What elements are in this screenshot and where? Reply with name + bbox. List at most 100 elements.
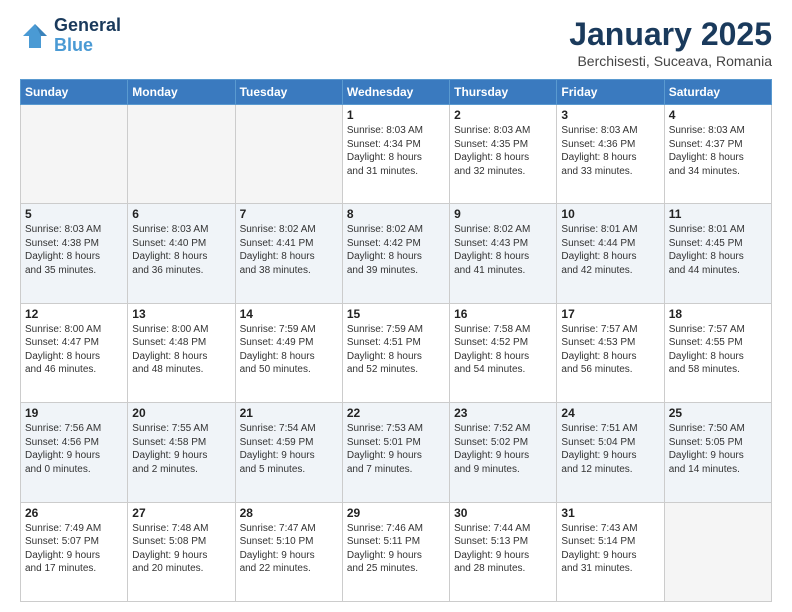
day-info: Sunrise: 7:53 AM Sunset: 5:01 PM Dayligh… <box>347 422 445 476</box>
calendar-cell: 28 Sunrise: 7:47 AM Sunset: 5:10 PM Dayli… <box>235 502 342 601</box>
calendar-cell: 9Sunrise: 8:02 AM Sunset: 4:43 PM Daylig… <box>450 204 557 303</box>
logo: General Blue <box>20 16 121 56</box>
calendar-cell: 18 Sunrise: 7:57 AM Sunset: 4:55 PM Dayli… <box>664 303 771 402</box>
day-info: Sunrise: 7:46 AM Sunset: 5:11 PM Dayligh… <box>347 522 445 576</box>
day-number: 17 <box>561 307 659 321</box>
day-number: 20 <box>132 406 230 420</box>
day-number: 5 <box>25 207 123 221</box>
day-info: Sunrise: 7:44 AM Sunset: 5:13 PM Dayligh… <box>454 522 552 576</box>
calendar-week-row: 26 Sunrise: 7:49 AM Sunset: 5:07 PM Dayli… <box>21 502 772 601</box>
day-info: Sunrise: 8:02 AM Sunset: 4:41 PM Dayligh… <box>240 223 338 277</box>
day-number: 15 <box>347 307 445 321</box>
day-info: Sunrise: 7:50 AM Sunset: 5:05 PM Dayligh… <box>669 422 767 476</box>
day-info: Sunrise: 7:58 AM Sunset: 4:52 PM Dayligh… <box>454 323 552 377</box>
day-info: Sunrise: 8:03 AM Sunset: 4:34 PM Dayligh… <box>347 124 445 178</box>
calendar-cell: 31 Sunrise: 7:43 AM Sunset: 5:14 PM Dayli… <box>557 502 664 601</box>
calendar-cell: 3Sunrise: 8:03 AM Sunset: 4:36 PM Daylig… <box>557 105 664 204</box>
day-info: Sunrise: 7:49 AM Sunset: 5:07 PM Dayligh… <box>25 522 123 576</box>
day-info: Sunrise: 8:02 AM Sunset: 4:42 PM Dayligh… <box>347 223 445 277</box>
calendar-cell: 10Sunrise: 8:01 AM Sunset: 4:44 PM Dayli… <box>557 204 664 303</box>
day-info: Sunrise: 8:03 AM Sunset: 4:38 PM Dayligh… <box>25 223 123 277</box>
calendar-cell: 5 Sunrise: 8:03 AM Sunset: 4:38 PM Daylig… <box>21 204 128 303</box>
day-info: Sunrise: 7:47 AM Sunset: 5:10 PM Dayligh… <box>240 522 338 576</box>
col-header-thursday: Thursday <box>450 80 557 105</box>
day-number: 27 <box>132 506 230 520</box>
calendar-cell: 26 Sunrise: 7:49 AM Sunset: 5:07 PM Dayli… <box>21 502 128 601</box>
calendar-cell: 15 Sunrise: 7:59 AM Sunset: 4:51 PM Dayli… <box>342 303 449 402</box>
day-number: 14 <box>240 307 338 321</box>
location-subtitle: Berchisesti, Suceava, Romania <box>569 53 772 69</box>
calendar-cell: 27 Sunrise: 7:48 AM Sunset: 5:08 PM Dayli… <box>128 502 235 601</box>
calendar-week-row: 19 Sunrise: 7:56 AM Sunset: 4:56 PM Dayli… <box>21 403 772 502</box>
day-info: Sunrise: 8:01 AM Sunset: 4:45 PM Dayligh… <box>669 223 767 277</box>
day-number: 13 <box>132 307 230 321</box>
calendar-cell: 14Sunrise: 7:59 AM Sunset: 4:49 PM Dayli… <box>235 303 342 402</box>
calendar-cell: 2Sunrise: 8:03 AM Sunset: 4:35 PM Daylig… <box>450 105 557 204</box>
day-info: Sunrise: 7:52 AM Sunset: 5:02 PM Dayligh… <box>454 422 552 476</box>
calendar-cell: 4Sunrise: 8:03 AM Sunset: 4:37 PM Daylig… <box>664 105 771 204</box>
day-number: 28 <box>240 506 338 520</box>
day-number: 12 <box>25 307 123 321</box>
calendar-header-row: SundayMondayTuesdayWednesdayThursdayFrid… <box>21 80 772 105</box>
day-number: 3 <box>561 108 659 122</box>
calendar-cell <box>21 105 128 204</box>
calendar-week-row: 5 Sunrise: 8:03 AM Sunset: 4:38 PM Daylig… <box>21 204 772 303</box>
day-info: Sunrise: 7:55 AM Sunset: 4:58 PM Dayligh… <box>132 422 230 476</box>
page: General Blue January 2025 Berchisesti, S… <box>0 0 792 612</box>
col-header-friday: Friday <box>557 80 664 105</box>
calendar-week-row: 1 Sunrise: 8:03 AM Sunset: 4:34 PM Daylig… <box>21 105 772 204</box>
day-info: Sunrise: 7:43 AM Sunset: 5:14 PM Dayligh… <box>561 522 659 576</box>
day-info: Sunrise: 8:00 AM Sunset: 4:47 PM Dayligh… <box>25 323 123 377</box>
calendar-cell: 8Sunrise: 8:02 AM Sunset: 4:42 PM Daylig… <box>342 204 449 303</box>
day-info: Sunrise: 7:59 AM Sunset: 4:51 PM Dayligh… <box>347 323 445 377</box>
day-number: 26 <box>25 506 123 520</box>
day-number: 18 <box>669 307 767 321</box>
calendar-cell: 7 Sunrise: 8:02 AM Sunset: 4:41 PM Daylig… <box>235 204 342 303</box>
calendar-cell: 22 Sunrise: 7:53 AM Sunset: 5:01 PM Dayli… <box>342 403 449 502</box>
calendar-cell: 6Sunrise: 8:03 AM Sunset: 4:40 PM Daylig… <box>128 204 235 303</box>
calendar-cell: 13Sunrise: 8:00 AM Sunset: 4:48 PM Dayli… <box>128 303 235 402</box>
col-header-tuesday: Tuesday <box>235 80 342 105</box>
title-block: January 2025 Berchisesti, Suceava, Roman… <box>569 16 772 69</box>
day-number: 29 <box>347 506 445 520</box>
day-info: Sunrise: 7:57 AM Sunset: 4:55 PM Dayligh… <box>669 323 767 377</box>
calendar-cell: 23Sunrise: 7:52 AM Sunset: 5:02 PM Dayli… <box>450 403 557 502</box>
month-title: January 2025 <box>569 16 772 53</box>
day-number: 4 <box>669 108 767 122</box>
calendar-table: SundayMondayTuesdayWednesdayThursdayFrid… <box>20 79 772 602</box>
day-number: 22 <box>347 406 445 420</box>
calendar-cell: 24Sunrise: 7:51 AM Sunset: 5:04 PM Dayli… <box>557 403 664 502</box>
logo-icon <box>20 21 50 51</box>
day-number: 30 <box>454 506 552 520</box>
calendar-cell: 12 Sunrise: 8:00 AM Sunset: 4:47 PM Dayli… <box>21 303 128 402</box>
day-info: Sunrise: 7:57 AM Sunset: 4:53 PM Dayligh… <box>561 323 659 377</box>
col-header-wednesday: Wednesday <box>342 80 449 105</box>
day-number: 16 <box>454 307 552 321</box>
day-info: Sunrise: 7:54 AM Sunset: 4:59 PM Dayligh… <box>240 422 338 476</box>
day-number: 1 <box>347 108 445 122</box>
day-number: 25 <box>669 406 767 420</box>
day-number: 31 <box>561 506 659 520</box>
col-header-sunday: Sunday <box>21 80 128 105</box>
col-header-monday: Monday <box>128 80 235 105</box>
day-info: Sunrise: 7:48 AM Sunset: 5:08 PM Dayligh… <box>132 522 230 576</box>
col-header-saturday: Saturday <box>664 80 771 105</box>
logo-line2: Blue <box>54 35 93 55</box>
day-number: 10 <box>561 207 659 221</box>
day-info: Sunrise: 8:03 AM Sunset: 4:35 PM Dayligh… <box>454 124 552 178</box>
calendar-cell: 11Sunrise: 8:01 AM Sunset: 4:45 PM Dayli… <box>664 204 771 303</box>
logo-line1: General <box>54 16 121 36</box>
calendar-cell <box>235 105 342 204</box>
day-number: 7 <box>240 207 338 221</box>
day-info: Sunrise: 7:56 AM Sunset: 4:56 PM Dayligh… <box>25 422 123 476</box>
calendar-cell: 25 Sunrise: 7:50 AM Sunset: 5:05 PM Dayli… <box>664 403 771 502</box>
calendar-cell <box>128 105 235 204</box>
day-info: Sunrise: 7:51 AM Sunset: 5:04 PM Dayligh… <box>561 422 659 476</box>
calendar-cell: 20 Sunrise: 7:55 AM Sunset: 4:58 PM Dayli… <box>128 403 235 502</box>
calendar-cell: 21Sunrise: 7:54 AM Sunset: 4:59 PM Dayli… <box>235 403 342 502</box>
logo-text: General Blue <box>54 16 121 56</box>
calendar-cell: 16 Sunrise: 7:58 AM Sunset: 4:52 PM Dayli… <box>450 303 557 402</box>
day-number: 19 <box>25 406 123 420</box>
day-number: 6 <box>132 207 230 221</box>
day-number: 9 <box>454 207 552 221</box>
